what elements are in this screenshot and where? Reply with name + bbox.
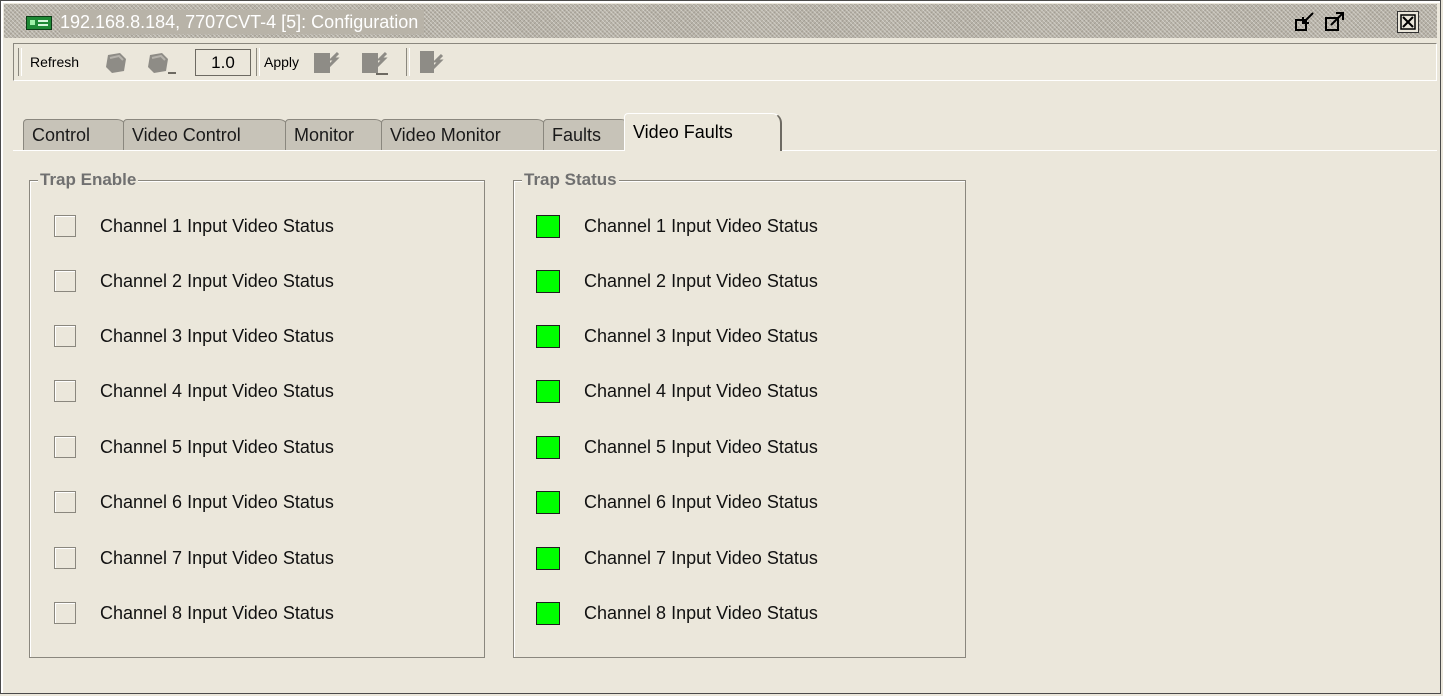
tab-video-faults[interactable]: Video Faults: [624, 113, 782, 151]
trap-enable-checkbox-8[interactable]: [54, 602, 76, 624]
apply-auto-button[interactable]: [416, 49, 444, 77]
trap-enable-checkbox-6[interactable]: [54, 491, 76, 513]
trap-status-label: Channel 4 Input Video Status: [584, 381, 818, 401]
trap-enable-checkbox-5[interactable]: [54, 436, 76, 458]
apply-all-button[interactable]: [360, 49, 388, 77]
tab-strip: Control Video Control Monitor Video Moni…: [13, 113, 1437, 151]
toolbar: Refresh Apply: [13, 43, 1437, 81]
trap-enable-label: Channel 7 Input Video Status: [100, 548, 334, 568]
status-led-4: [536, 380, 560, 403]
tab-monitor[interactable]: Monitor: [285, 119, 385, 151]
title-bar[interactable]: 192.168.8.184, 7707CVT-4 [5]: Configurat…: [4, 4, 1437, 38]
auto-refresh-button[interactable]: [144, 49, 176, 77]
trap-enable-label: Channel 6 Input Video Status: [100, 492, 334, 512]
status-led-7: [536, 547, 560, 570]
close-button[interactable]: [1397, 11, 1419, 33]
refresh-interval-input[interactable]: [195, 49, 251, 76]
trap-enable-label: Channel 3 Input Video Status: [100, 326, 334, 346]
status-led-2: [536, 270, 560, 293]
trap-enable-label: Channel 1 Input Video Status: [100, 216, 334, 236]
tab-video-monitor[interactable]: Video Monitor: [381, 119, 547, 151]
apply-icon: [314, 51, 340, 73]
status-led-8: [536, 602, 560, 625]
trap-enable-label: Channel 5 Input Video Status: [100, 437, 334, 457]
refresh-button[interactable]: [102, 49, 130, 77]
trap-status-label: Channel 7 Input Video Status: [584, 548, 818, 568]
refresh-icon: [106, 53, 126, 73]
toolbar-grip[interactable]: [18, 48, 22, 76]
window-title: 192.168.8.184, 7707CVT-4 [5]: Configurat…: [60, 10, 425, 34]
trap-enable-group: Trap Enable Channel 1 Input Video Status…: [29, 170, 485, 658]
toolbar-separator: [406, 48, 410, 76]
apply-auto-icon: [420, 51, 444, 73]
status-led-1: [536, 215, 560, 238]
undock-icon: [1325, 12, 1344, 31]
trap-status-label: Channel 3 Input Video Status: [584, 326, 818, 346]
trap-status-label: Channel 6 Input Video Status: [584, 492, 818, 512]
close-icon: [1400, 14, 1416, 30]
apply-all-icon: [362, 51, 388, 75]
status-led-5: [536, 436, 560, 459]
trap-enable-label: Channel 8 Input Video Status: [100, 603, 334, 623]
trap-status-label: Channel 1 Input Video Status: [584, 216, 818, 236]
trap-enable-label: Channel 2 Input Video Status: [100, 271, 334, 291]
trap-enable-checkbox-3[interactable]: [54, 325, 76, 347]
undock-button[interactable]: [1324, 11, 1346, 33]
tab-faults[interactable]: Faults: [543, 119, 631, 151]
auto-refresh-icon: [148, 53, 176, 74]
trap-enable-checkbox-7[interactable]: [54, 547, 76, 569]
trap-status-title: Trap Status: [522, 170, 619, 190]
refresh-label: Refresh: [30, 54, 80, 70]
trap-enable-checkbox-2[interactable]: [54, 270, 76, 292]
device-card-icon: [26, 16, 52, 30]
status-led-6: [536, 491, 560, 514]
trap-enable-checkbox-4[interactable]: [54, 380, 76, 402]
tab-video-control[interactable]: Video Control: [123, 119, 289, 151]
trap-enable-checkbox-1[interactable]: [54, 215, 76, 237]
apply-button[interactable]: [312, 49, 340, 77]
tab-control[interactable]: Control: [23, 119, 127, 151]
trap-status-group: Trap Status Channel 1 Input Video Status…: [513, 170, 966, 658]
trap-status-label: Channel 2 Input Video Status: [584, 271, 818, 291]
trap-status-label: Channel 8 Input Video Status: [584, 603, 818, 623]
status-led-3: [536, 325, 560, 348]
apply-label: Apply: [264, 54, 300, 70]
trap-enable-label: Channel 4 Input Video Status: [100, 381, 334, 401]
toolbar-separator: [256, 48, 260, 76]
dock-icon: [1295, 12, 1314, 31]
dock-button[interactable]: [1294, 11, 1316, 33]
trap-enable-title: Trap Enable: [38, 170, 139, 190]
trap-status-label: Channel 5 Input Video Status: [584, 437, 818, 457]
configuration-window: 192.168.8.184, 7707CVT-4 [5]: Configurat…: [0, 0, 1441, 694]
